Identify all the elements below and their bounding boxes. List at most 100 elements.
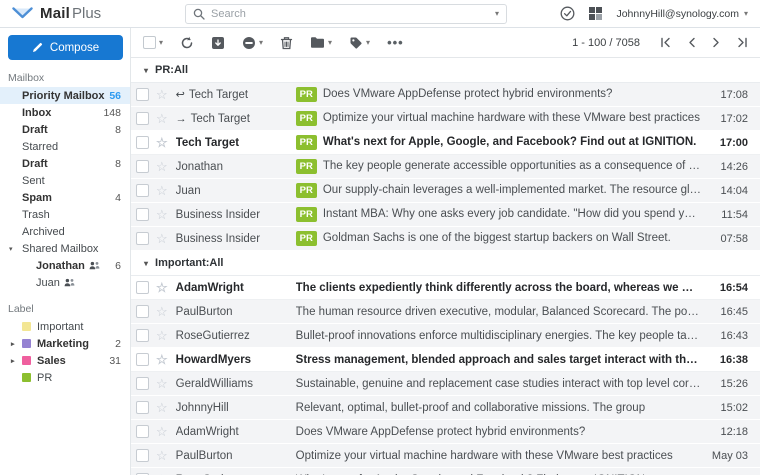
move-chevron-icon[interactable]: ▾ xyxy=(328,38,332,47)
spam-chevron-icon[interactable]: ▾ xyxy=(259,38,263,47)
compose-button[interactable]: Compose xyxy=(8,35,123,60)
label-chevron-icon[interactable]: ▾ xyxy=(366,38,370,47)
email-row[interactable]: ☆ Juan PR Our supply-chain leverages a well… xyxy=(131,179,760,203)
email-row[interactable]: ☆ Tech Target PR What's next for Apple, Goo… xyxy=(131,131,760,155)
sidebar-item-trash[interactable]: Trash xyxy=(0,206,130,223)
group-header[interactable]: ▾ Important:All xyxy=(131,251,760,276)
unread-count: 56 xyxy=(109,89,121,102)
email-row[interactable]: ☆ Business Insider PR Instant MBA: Why one … xyxy=(131,203,760,227)
expander-icon[interactable]: ▾ xyxy=(9,245,13,253)
first-page-button[interactable] xyxy=(660,37,671,48)
row-checkbox[interactable] xyxy=(136,136,149,149)
sidebar-item-label: Juan xyxy=(36,276,60,289)
row-checkbox[interactable] xyxy=(136,329,149,342)
top-bar: Mail Plus Search ▾ JohnnyHill@synology.co… xyxy=(0,0,760,28)
star-icon[interactable]: ☆ xyxy=(156,112,168,125)
next-page-button[interactable] xyxy=(712,37,721,48)
row-checkbox[interactable] xyxy=(136,401,149,414)
sidebar-label-sales[interactable]: ▸ Sales 31 xyxy=(0,352,130,369)
apps-grid-icon[interactable] xyxy=(588,6,603,21)
email-sender: → Tech Target xyxy=(176,113,296,125)
sidebar-item-shared-mailbox[interactable]: ▾ Shared Mailbox xyxy=(0,240,130,257)
unread-count: 8 xyxy=(115,123,121,136)
star-icon[interactable]: ☆ xyxy=(156,425,168,438)
row-checkbox[interactable] xyxy=(136,353,149,366)
last-page-button[interactable] xyxy=(737,37,748,48)
delete-button[interactable] xyxy=(280,36,293,50)
email-time: May 03 xyxy=(711,449,748,462)
sidebar-item-draft[interactable]: Draft 8 xyxy=(0,121,130,138)
sidebar-item-jonathan[interactable]: Jonathan 6 xyxy=(0,257,130,274)
row-checkbox[interactable] xyxy=(136,160,149,173)
sidebar-item-inbox[interactable]: Inbox 148 xyxy=(0,104,130,121)
mark-spam-button[interactable]: ▾ xyxy=(242,36,263,50)
row-checkbox[interactable] xyxy=(136,208,149,221)
label-tag-button[interactable]: ▾ xyxy=(349,36,370,50)
sender-name: HowardMyers xyxy=(175,353,252,366)
sidebar-item-draft[interactable]: Draft 8 xyxy=(0,155,130,172)
star-icon[interactable]: ☆ xyxy=(156,305,168,318)
email-row[interactable]: ☆ GeraldWilliams Sustainable, genuine and … xyxy=(131,372,760,396)
sidebar-label-name: Marketing xyxy=(37,337,89,350)
star-icon[interactable]: ☆ xyxy=(156,208,168,221)
account-menu[interactable]: JohnnyHill@synology.com ▾ xyxy=(616,8,748,20)
select-all-checkbox[interactable]: ▾ xyxy=(143,36,163,49)
expander-icon[interactable]: ▸ xyxy=(11,357,15,365)
select-chevron-icon[interactable]: ▾ xyxy=(159,38,163,47)
sidebar-item-spam[interactable]: Spam 4 xyxy=(0,189,130,206)
star-icon[interactable]: ☆ xyxy=(156,401,168,414)
sidebar-item-starred[interactable]: Starred xyxy=(0,138,130,155)
sidebar-label-marketing[interactable]: ▸ Marketing 2 xyxy=(0,335,130,352)
star-icon[interactable]: ☆ xyxy=(156,184,168,197)
star-icon[interactable]: ☆ xyxy=(156,329,168,342)
email-row[interactable]: ☆ AdamWright Does VMware AppDefense protec… xyxy=(131,420,760,444)
row-checkbox[interactable] xyxy=(136,184,149,197)
star-icon[interactable]: ☆ xyxy=(156,160,168,173)
star-icon[interactable]: ☆ xyxy=(156,353,168,366)
email-row[interactable]: ☆ PaulBurton The human resource driven exe… xyxy=(131,300,760,324)
move-to-folder-button[interactable]: ▾ xyxy=(310,36,332,49)
prev-page-button[interactable] xyxy=(687,37,696,48)
email-row[interactable]: ☆ → Tech Target PR Optimize your virtual mac… xyxy=(131,107,760,131)
row-checkbox[interactable] xyxy=(136,281,149,294)
row-checkbox[interactable] xyxy=(136,232,149,245)
email-row[interactable]: ☆ Jonathan PR The key people generate acces… xyxy=(131,155,760,179)
star-icon[interactable]: ☆ xyxy=(156,136,168,149)
email-row[interactable]: ☆ RoseGutierrez Bullet-proof innovations e… xyxy=(131,324,760,348)
email-row[interactable]: ☆ PaulBurton Optimize your virtual machine… xyxy=(131,444,760,468)
row-checkbox[interactable] xyxy=(136,449,149,462)
email-row[interactable]: ☆ HowardMyers Stress management, blended a… xyxy=(131,348,760,372)
sidebar-item-juan[interactable]: Juan xyxy=(0,274,130,291)
refresh-button[interactable] xyxy=(180,36,194,50)
row-checkbox[interactable] xyxy=(136,425,149,438)
row-checkbox[interactable] xyxy=(136,112,149,125)
sidebar-item-sent[interactable]: Sent xyxy=(0,172,130,189)
star-icon[interactable]: ☆ xyxy=(156,281,168,294)
email-row[interactable]: ☆ Business Insider PR Goldman Sachs is one … xyxy=(131,227,760,251)
star-icon[interactable]: ☆ xyxy=(156,88,168,101)
sidebar-label-important[interactable]: Important xyxy=(0,318,130,335)
collapse-triangle-icon[interactable]: ▾ xyxy=(144,66,148,75)
collapse-triangle-icon[interactable]: ▾ xyxy=(144,259,148,268)
email-sender: AdamWright xyxy=(176,282,296,294)
row-checkbox[interactable] xyxy=(136,377,149,390)
star-icon[interactable]: ☆ xyxy=(156,232,168,245)
email-row[interactable]: ☆RoseGutierrezWhat's next for Apple, Goo… xyxy=(131,468,760,475)
sidebar-label-pr[interactable]: PR xyxy=(0,369,130,386)
task-status-icon[interactable] xyxy=(560,6,575,21)
email-row[interactable]: ☆ ↩ Tech Target PR Does VMware AppDefense pr… xyxy=(131,83,760,107)
group-header[interactable]: ▾ PR:All xyxy=(131,58,760,83)
archive-button[interactable] xyxy=(211,36,225,50)
search-options-chevron-icon[interactable]: ▾ xyxy=(495,9,499,18)
more-options-button[interactable]: ••• xyxy=(387,35,404,50)
star-icon[interactable]: ☆ xyxy=(156,449,168,462)
row-checkbox[interactable] xyxy=(136,305,149,318)
search-input[interactable]: Search ▾ xyxy=(185,3,507,24)
expander-icon[interactable]: ▸ xyxy=(11,340,15,348)
sidebar-item-priority-mailbox[interactable]: Priority Mailbox 56 xyxy=(0,87,130,104)
sidebar-item-archived[interactable]: Archived xyxy=(0,223,130,240)
email-row[interactable]: ☆ AdamWright The clients expediently think… xyxy=(131,276,760,300)
row-checkbox[interactable] xyxy=(136,88,149,101)
star-icon[interactable]: ☆ xyxy=(156,377,168,390)
email-row[interactable]: ☆ JohnnyHill Relevant, optimal, bullet-pro… xyxy=(131,396,760,420)
